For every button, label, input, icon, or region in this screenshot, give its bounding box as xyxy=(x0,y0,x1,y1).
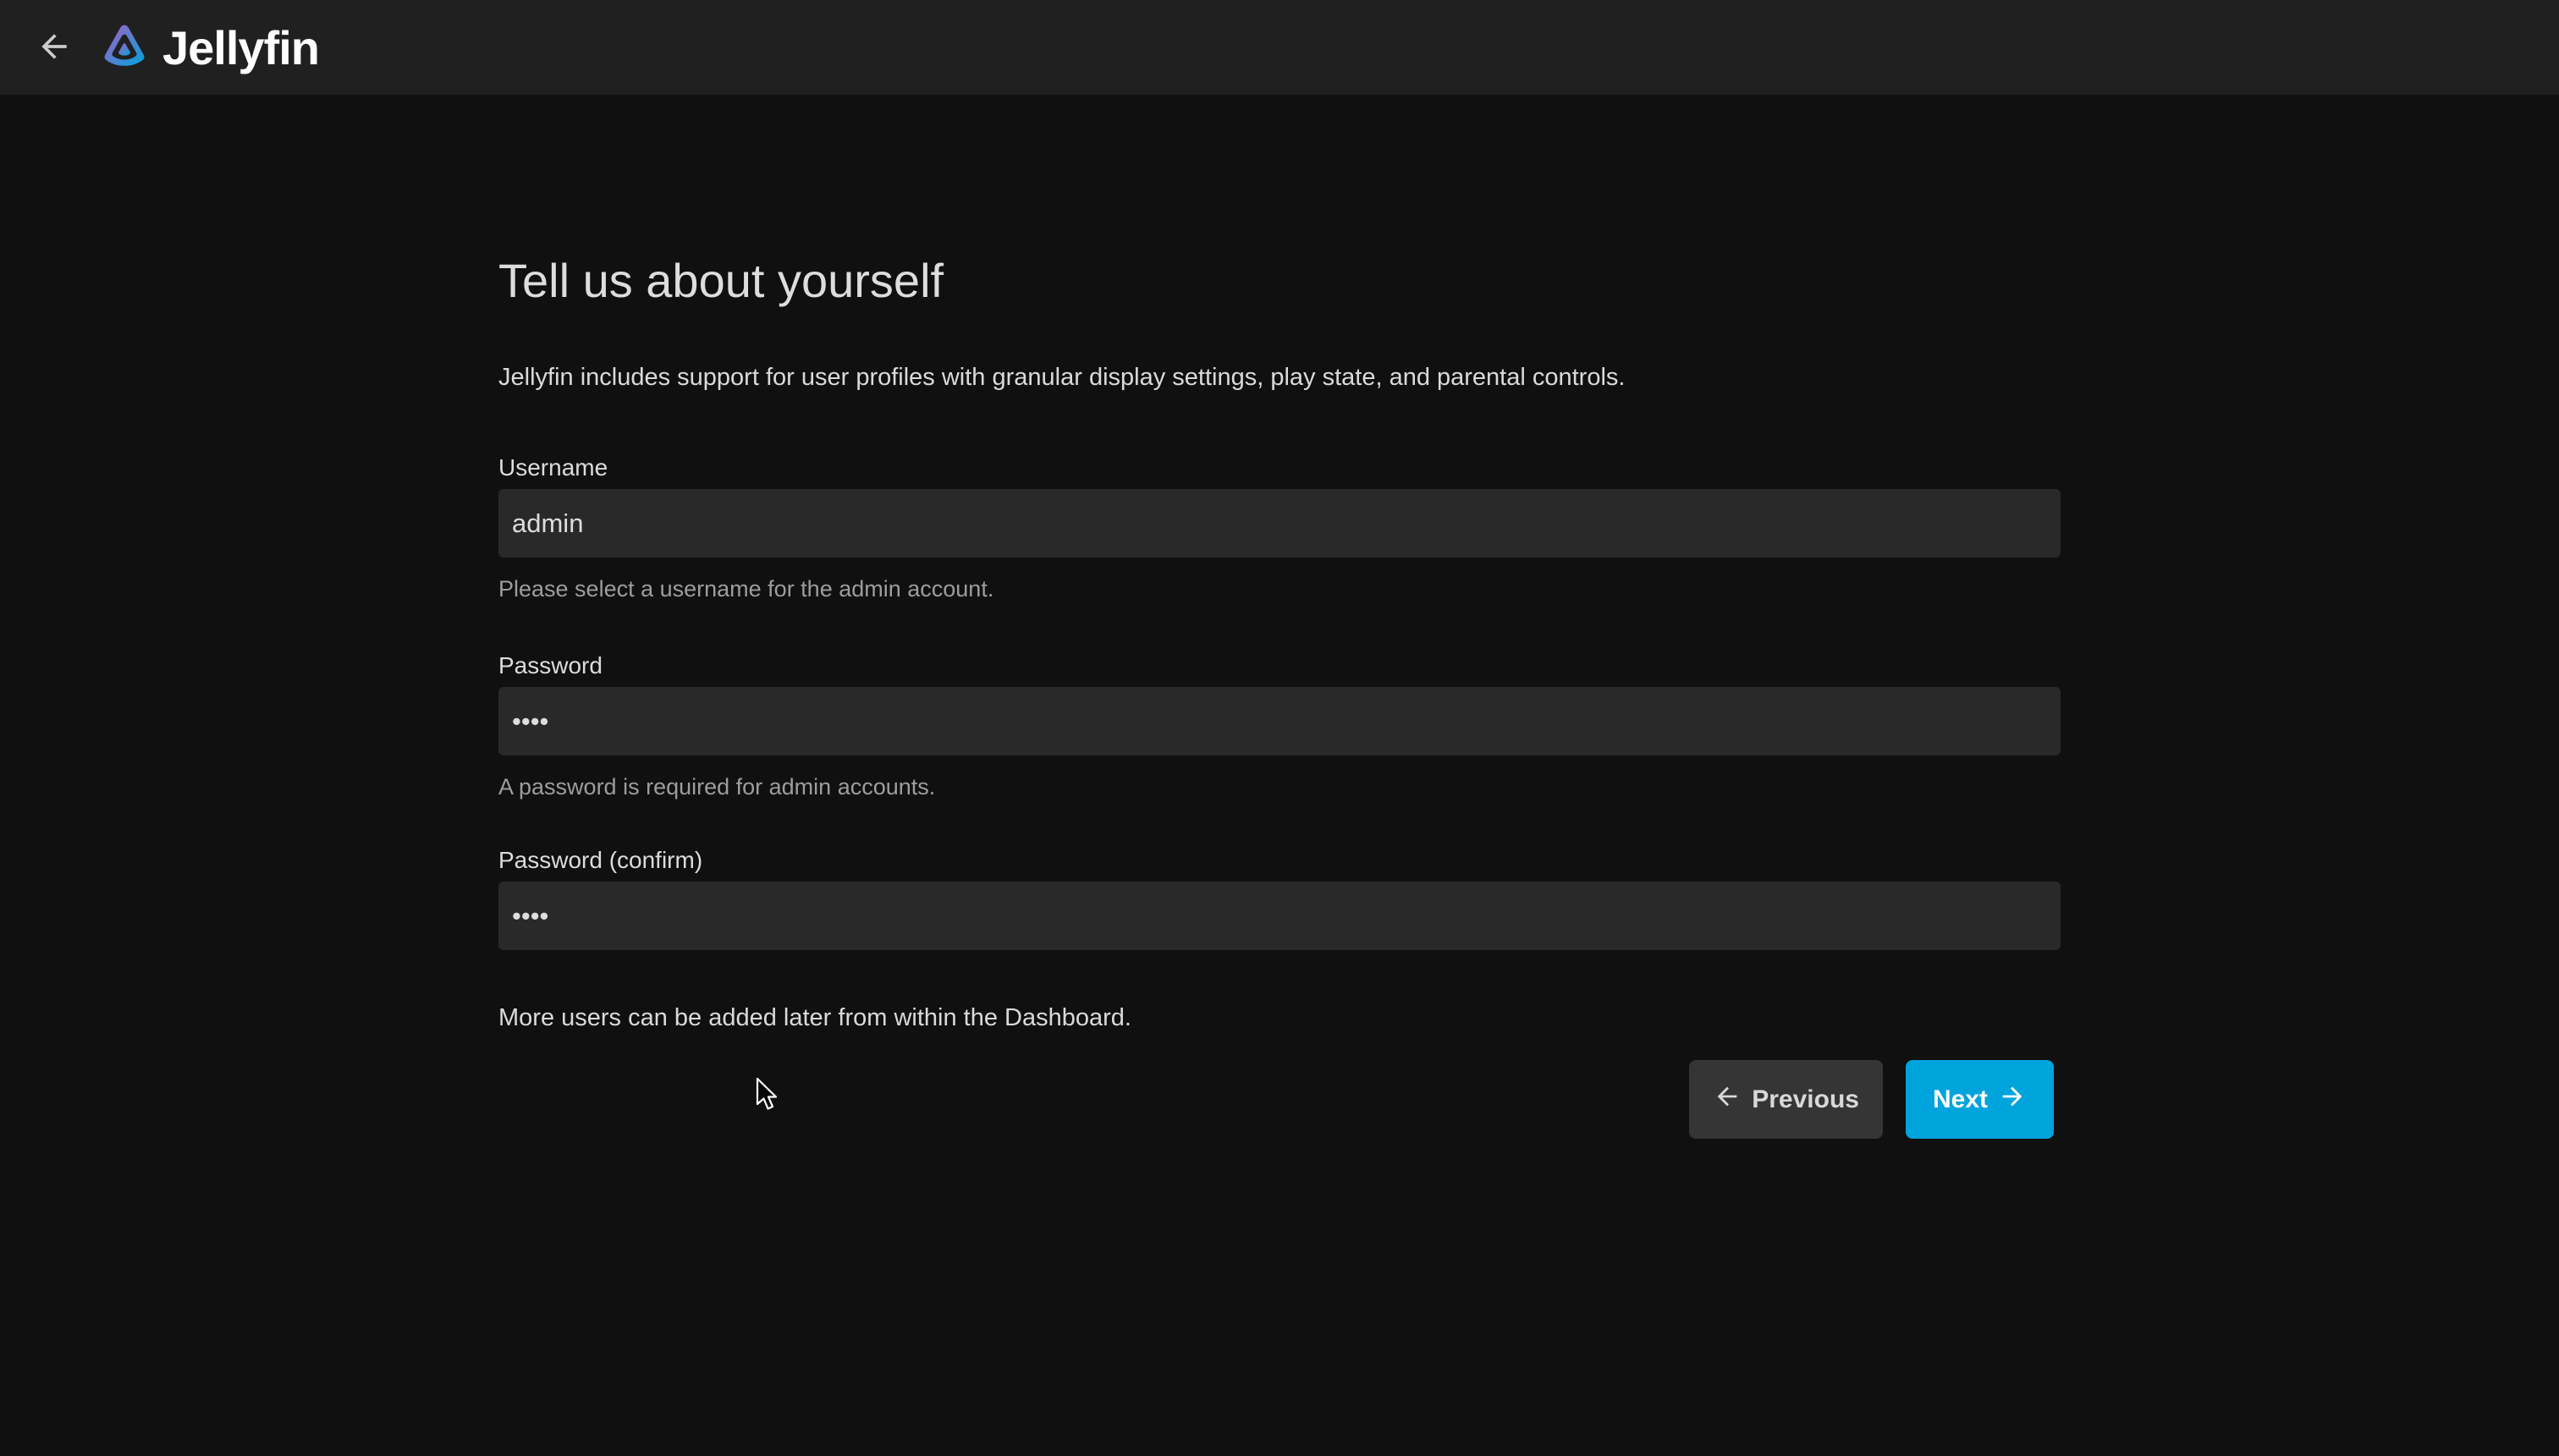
next-button-label: Next xyxy=(1933,1085,1988,1114)
password-confirm-input[interactable] xyxy=(498,882,2061,950)
username-input[interactable] xyxy=(498,489,2061,558)
wizard-button-row: Previous Next xyxy=(498,1060,2061,1139)
back-button[interactable] xyxy=(24,17,85,78)
more-users-note: More users can be added later from withi… xyxy=(498,1003,2061,1033)
intro-text: Jellyfin includes support for user profi… xyxy=(498,362,2061,393)
password-field-group: Password A password is required for admi… xyxy=(498,651,2061,800)
password-confirm-label: Password (confirm) xyxy=(498,846,2061,875)
previous-button-label: Previous xyxy=(1752,1085,1859,1114)
page-title: Tell us about yourself xyxy=(498,255,2061,306)
next-button[interactable]: Next xyxy=(1906,1060,2054,1139)
jellyfin-logo-icon xyxy=(100,19,149,76)
jellyfin-brand: Jellyfin xyxy=(100,19,319,76)
app-title: Jellyfin xyxy=(162,20,319,75)
password-confirm-field-group: Password (confirm) xyxy=(498,846,2061,950)
password-label: Password xyxy=(498,651,2061,680)
arrow-left-icon xyxy=(1713,1082,1742,1118)
previous-button[interactable]: Previous xyxy=(1689,1060,1883,1139)
username-help-text: Please select a username for the admin a… xyxy=(498,575,2061,602)
password-input[interactable] xyxy=(498,687,2061,755)
arrow-back-icon xyxy=(36,28,73,68)
username-field-group: Username Please select a username for th… xyxy=(498,453,2061,602)
setup-wizard-user-page: Tell us about yourself Jellyfin includes… xyxy=(498,95,2061,1139)
app-header: Jellyfin xyxy=(0,0,2559,95)
password-help-text: A password is required for admin account… xyxy=(498,773,2061,800)
username-label: Username xyxy=(498,453,2061,482)
arrow-right-icon xyxy=(1998,1082,2027,1118)
